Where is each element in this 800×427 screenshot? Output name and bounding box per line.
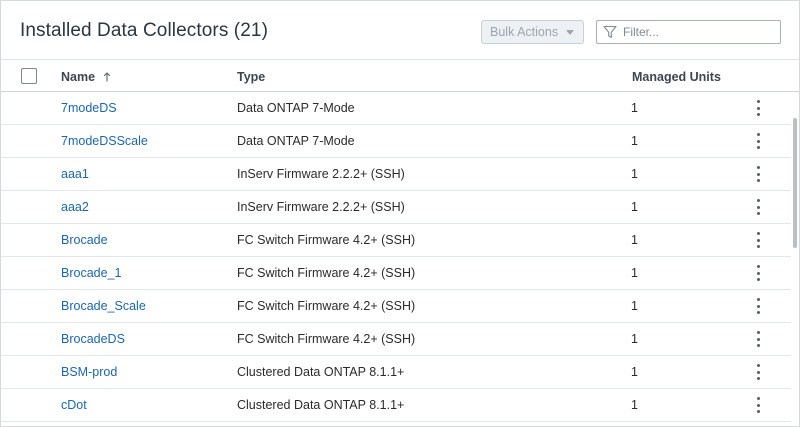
managed-units-value: 1 bbox=[631, 167, 638, 181]
filter-input[interactable] bbox=[623, 25, 773, 39]
bulk-actions-label: Bulk Actions bbox=[490, 25, 559, 39]
table-row: Brocade_1 FC Switch Firmware 4.2+ (SSH) … bbox=[1, 257, 791, 290]
caret-down-icon bbox=[566, 29, 575, 35]
collector-type: FC Switch Firmware 4.2+ (SSH) bbox=[237, 299, 416, 313]
table-row: 7modeDS Data ONTAP 7-Mode 1 bbox=[1, 92, 791, 125]
collector-name-link[interactable]: BrocadeDS bbox=[61, 332, 125, 346]
table-row: 7modeDSScale Data ONTAP 7-Mode 1 bbox=[1, 125, 791, 158]
collector-name-link[interactable]: Brocade_1 bbox=[61, 266, 121, 280]
kebab-menu-icon[interactable] bbox=[751, 264, 765, 282]
arrow-up-icon bbox=[103, 72, 110, 82]
managed-units-value: 1 bbox=[631, 365, 638, 379]
panel-header: Installed Data Collectors (21) Bulk Acti… bbox=[1, 1, 799, 59]
data-collectors-panel: Installed Data Collectors (21) Bulk Acti… bbox=[0, 0, 800, 427]
filter-field[interactable] bbox=[596, 20, 781, 44]
kebab-menu-icon[interactable] bbox=[751, 198, 765, 216]
collector-name-link[interactable]: cDot bbox=[61, 398, 87, 412]
collector-type: FC Switch Firmware 4.2+ (SSH) bbox=[237, 266, 416, 280]
kebab-menu-icon[interactable] bbox=[751, 165, 765, 183]
collector-type: Clustered Data ONTAP 8.1.1+ bbox=[237, 365, 405, 379]
managed-units-value: 1 bbox=[631, 299, 638, 313]
managed-units-value: 1 bbox=[631, 134, 638, 148]
managed-units-value: 1 bbox=[631, 200, 638, 214]
collector-type: InServ Firmware 2.2.2+ (SSH) bbox=[237, 167, 405, 181]
table-scrollbar[interactable] bbox=[792, 92, 798, 426]
collector-name-link[interactable]: 7modeDS bbox=[61, 101, 117, 115]
column-header-managed-units[interactable]: Managed Units bbox=[632, 70, 721, 84]
collector-name-link[interactable]: 7modeDSScale bbox=[61, 134, 148, 148]
column-header-name[interactable]: Name bbox=[61, 70, 111, 84]
table-row: aaa2 InServ Firmware 2.2.2+ (SSH) 1 bbox=[1, 191, 791, 224]
column-header-name-label: Name bbox=[61, 70, 96, 84]
table-row: cDot Clustered Data ONTAP 8.1.1+ 1 bbox=[1, 389, 791, 422]
table-header: Name Type Managed Units bbox=[1, 59, 799, 92]
kebab-menu-icon[interactable] bbox=[751, 132, 765, 150]
kebab-menu-icon[interactable] bbox=[751, 99, 765, 117]
kebab-menu-icon[interactable] bbox=[751, 363, 765, 381]
collector-type: Clustered Data ONTAP 8.1.1+ bbox=[237, 398, 405, 412]
page-title: Installed Data Collectors (21) bbox=[20, 20, 268, 41]
managed-units-value: 1 bbox=[631, 101, 638, 115]
kebab-menu-icon[interactable] bbox=[751, 297, 765, 315]
bulk-actions-button[interactable]: Bulk Actions bbox=[481, 20, 584, 44]
table-row: BSM-prod Clustered Data ONTAP 8.1.1+ 1 bbox=[1, 356, 791, 389]
collector-type: Data ONTAP 7-Mode bbox=[237, 101, 355, 115]
collector-name-link[interactable]: Brocade_Scale bbox=[61, 299, 146, 313]
collector-name-link[interactable]: Brocade bbox=[61, 233, 108, 247]
table-row: Brocade FC Switch Firmware 4.2+ (SSH) 1 bbox=[1, 224, 791, 257]
kebab-menu-icon[interactable] bbox=[751, 231, 765, 249]
scrollbar-thumb[interactable] bbox=[793, 118, 797, 248]
select-all-checkbox[interactable] bbox=[21, 68, 37, 84]
managed-units-value: 1 bbox=[631, 398, 638, 412]
collector-name-link[interactable]: BSM-prod bbox=[61, 365, 117, 379]
table-row: BrocadeDS FC Switch Firmware 4.2+ (SSH) … bbox=[1, 323, 791, 356]
collector-type: Data ONTAP 7-Mode bbox=[237, 134, 355, 148]
managed-units-value: 1 bbox=[631, 233, 638, 247]
collector-name-link[interactable]: aaa2 bbox=[61, 200, 89, 214]
kebab-menu-icon[interactable] bbox=[751, 330, 765, 348]
collector-name-link[interactable]: aaa1 bbox=[61, 167, 89, 181]
table-row: aaa1 InServ Firmware 2.2.2+ (SSH) 1 bbox=[1, 158, 791, 191]
kebab-menu-icon[interactable] bbox=[751, 396, 765, 414]
managed-units-value: 1 bbox=[631, 332, 638, 346]
managed-units-value: 1 bbox=[631, 266, 638, 280]
table-row: Brocade_Scale FC Switch Firmware 4.2+ (S… bbox=[1, 290, 791, 323]
collector-type: FC Switch Firmware 4.2+ (SSH) bbox=[237, 233, 416, 247]
collector-type: InServ Firmware 2.2.2+ (SSH) bbox=[237, 200, 405, 214]
column-header-type[interactable]: Type bbox=[237, 70, 265, 84]
filter-funnel-icon bbox=[603, 25, 617, 39]
collector-type: FC Switch Firmware 4.2+ (SSH) bbox=[237, 332, 416, 346]
